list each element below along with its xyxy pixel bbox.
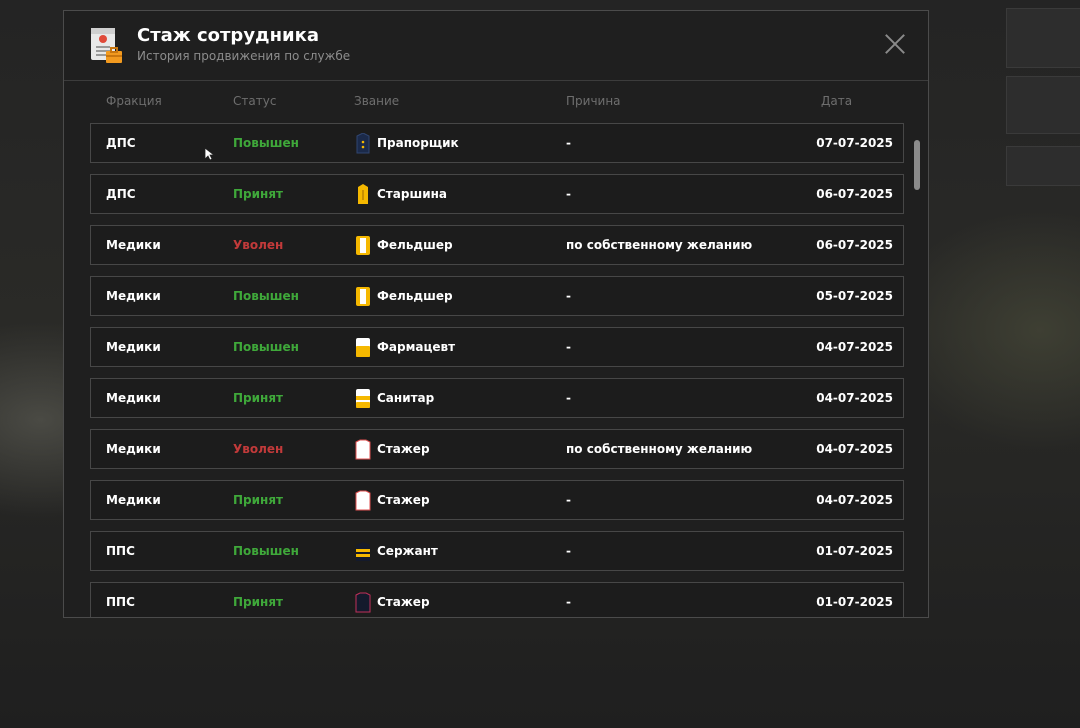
bg-hud-panel-bottom	[1006, 146, 1080, 186]
row-faction: ДПС	[106, 136, 136, 150]
table-row[interactable]: Медики Принят Санитар - 04-07-2025	[90, 378, 904, 418]
table-row[interactable]: Медики Уволен Стажер по собственному жел…	[90, 429, 904, 469]
modal-header: Стаж сотрудника История продвижения по с…	[64, 11, 928, 81]
row-rank: Фармацевт	[377, 340, 456, 354]
row-reason: -	[566, 391, 571, 405]
row-rank: Фельдшер	[377, 238, 453, 252]
history-list: ДПС Повышен Прапорщик - 07-07-2025 ДПС П…	[90, 123, 904, 617]
modal-title: Стаж сотрудника	[137, 25, 320, 46]
close-icon[interactable]	[884, 33, 906, 55]
row-rank: Санитар	[377, 391, 435, 405]
dark-strap-icon	[355, 592, 371, 613]
row-reason: -	[566, 493, 571, 507]
bg-hud-panel-mid	[1006, 76, 1080, 134]
row-status: Принят	[233, 391, 283, 405]
column-header-status: Статус	[233, 94, 277, 108]
row-reason: -	[566, 595, 571, 609]
row-date: 04-07-2025	[816, 340, 893, 354]
row-rank: Сержант	[377, 544, 438, 558]
row-faction: Медики	[106, 289, 161, 303]
row-faction: Медики	[106, 340, 161, 354]
row-rank: Стажер	[377, 442, 430, 456]
row-reason: по собственному желанию	[566, 238, 753, 252]
row-date: 06-07-2025	[816, 238, 893, 252]
row-date: 04-07-2025	[816, 391, 893, 405]
row-date: 07-07-2025	[816, 136, 893, 150]
row-reason: -	[566, 340, 571, 354]
row-reason: -	[566, 187, 571, 201]
white-yellow-strap-icon	[356, 338, 370, 357]
column-header-rank: Звание	[354, 94, 400, 108]
table-row[interactable]: Медики Повышен Фармацевт - 04-07-2025	[90, 327, 904, 367]
row-date: 01-07-2025	[816, 544, 893, 558]
mouse-cursor-icon	[204, 147, 216, 161]
table-row[interactable]: Медики Повышен Фельдшер - 05-07-2025	[90, 276, 904, 316]
modal-subtitle: История продвижения по службе	[137, 49, 351, 63]
row-reason: -	[566, 544, 571, 558]
document-briefcase-icon	[91, 28, 122, 63]
row-reason: -	[566, 136, 571, 150]
bg-hud-panel-top	[1006, 8, 1080, 68]
yellow-white-strap-icon	[356, 287, 370, 306]
row-status: Принят	[233, 595, 283, 609]
seniority-modal: Стаж сотрудника История продвижения по с…	[63, 10, 929, 618]
row-faction: ДПС	[106, 187, 136, 201]
row-status: Повышен	[233, 544, 299, 558]
scrollbar-thumb[interactable]	[914, 140, 920, 190]
row-date: 01-07-2025	[816, 595, 893, 609]
row-date: 04-07-2025	[816, 493, 893, 507]
row-rank: Прапорщик	[377, 136, 459, 150]
column-header-date: Дата	[821, 94, 853, 108]
table-row[interactable]: ДПС Принят Старшина - 06-07-2025	[90, 174, 904, 214]
row-date: 05-07-2025	[816, 289, 893, 303]
row-status: Повышен	[233, 136, 299, 150]
row-rank: Стажер	[377, 493, 430, 507]
yellow-shoulder-strap-icon	[358, 184, 368, 204]
row-date: 06-07-2025	[816, 187, 893, 201]
white-strap-icon	[355, 439, 371, 460]
row-status: Принят	[233, 187, 283, 201]
row-faction: Медики	[106, 238, 161, 252]
column-header-reason: Причина	[566, 94, 621, 108]
row-status: Повышен	[233, 340, 299, 354]
navy-shoulder-strap-icon	[356, 133, 370, 154]
column-header-faction: Фракция	[106, 94, 162, 108]
table-row[interactable]: Медики Принят Стажер - 04-07-2025	[90, 480, 904, 520]
yellow-white-strap-icon	[356, 236, 370, 255]
row-faction: Медики	[106, 442, 161, 456]
scrollbar-track[interactable]	[912, 136, 920, 611]
row-rank: Стажер	[377, 595, 430, 609]
row-faction: Медики	[106, 391, 161, 405]
row-faction: Медики	[106, 493, 161, 507]
row-status: Уволен	[233, 442, 284, 456]
sergeant-strap-icon	[356, 542, 370, 561]
table-row[interactable]: Медики Уволен Фельдшер по собственному ж…	[90, 225, 904, 265]
row-rank: Старшина	[377, 187, 447, 201]
table-row[interactable]: ППС Повышен Сержант - 01-07-2025	[90, 531, 904, 571]
row-rank: Фельдшер	[377, 289, 453, 303]
row-status: Принят	[233, 493, 283, 507]
row-faction: ППС	[106, 544, 135, 558]
row-faction: ППС	[106, 595, 135, 609]
row-date: 04-07-2025	[816, 442, 893, 456]
white-strap-icon	[355, 490, 371, 511]
row-reason: по собственному желанию	[566, 442, 753, 456]
row-status: Уволен	[233, 238, 284, 252]
row-reason: -	[566, 289, 571, 303]
row-status: Повышен	[233, 289, 299, 303]
striped-strap-icon	[356, 389, 370, 408]
table-row[interactable]: ППС Принят Стажер - 01-07-2025	[90, 582, 904, 617]
